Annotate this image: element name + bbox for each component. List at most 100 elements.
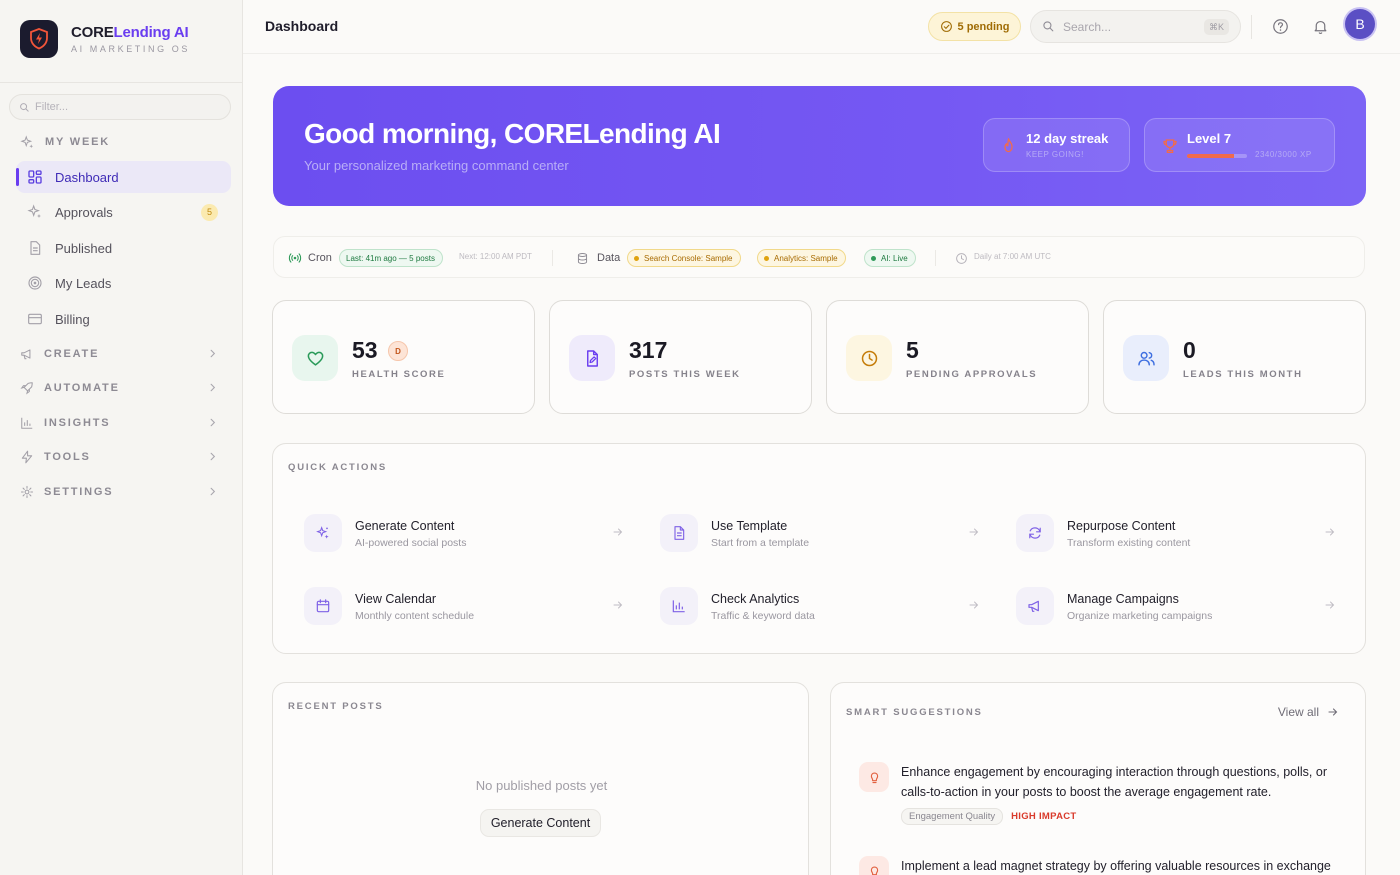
sidebar-item-dashboard[interactable]: Dashboard [16,161,231,193]
stat-card-health-score[interactable]: 53 D HEALTH SCORE [272,300,535,414]
search-icon [1043,21,1054,32]
status-divider [552,250,553,266]
analytics-text: Analytics: Sample [774,253,838,263]
section-label: SETTINGS [44,486,114,498]
heart-icon [307,351,323,366]
stat-icon-wrap [1123,335,1169,381]
action-generate-content[interactable]: Generate Content AI-powered social posts [304,514,624,554]
stat-label: POSTS THIS WEEK [629,369,741,380]
search-shortcut-hint: ⌘K [1203,19,1229,35]
chevron-right-icon [210,349,216,358]
action-icon-wrap [304,514,342,552]
stat-card-pending-approvals[interactable]: 5 PENDING APPROVALS [826,300,1089,414]
action-icon-wrap [1016,514,1054,552]
view-all-label: View all [1277,705,1319,719]
action-use-template[interactable]: Use Template Start from a template [660,514,980,554]
user-avatar[interactable]: B [1345,9,1375,39]
section-create[interactable]: CREATE [20,345,220,363]
arrow-right-icon [969,601,979,609]
sidebar-filter[interactable] [9,94,231,120]
pending-approvals-pill[interactable]: 5 pending [928,12,1021,41]
quick-actions-heading: QUICK ACTIONS [288,462,388,473]
clock-icon [861,350,877,366]
action-subtitle: Monthly content schedule [355,610,475,622]
document-icon [674,526,685,540]
action-subtitle: Transform existing content [1067,537,1191,549]
sidebar-item-billing[interactable]: Billing [16,303,231,335]
greeting-title: Good morning, CORELending AI [304,118,721,149]
sidebar-item-my-leads[interactable]: My Leads [16,267,231,299]
level-title: Level 7 [1187,131,1232,146]
notifications-button[interactable] [1310,16,1330,36]
help-button[interactable] [1270,16,1290,36]
target-icon [28,276,42,290]
megaphone-icon [21,349,31,360]
stat-value: 317 [629,337,668,363]
action-view-calendar[interactable]: View Calendar Monthly content schedule [304,587,624,627]
recent-posts-heading: RECENT POSTS [288,701,384,712]
global-search[interactable]: ⌘K [1030,10,1241,43]
view-all-link[interactable]: View all [1278,705,1339,719]
brand-name-part1: CORE [71,24,114,41]
megaphone-icon [1028,600,1039,612]
section-automate[interactable]: AUTOMATE [20,379,220,397]
xp-progress-bar [1187,154,1247,158]
filter-input[interactable] [35,101,215,113]
ai-live-text: AI: Live [881,253,908,263]
action-icon-wrap [660,514,698,552]
suggestion-meta: Engagement Quality HIGH IMPACT [901,808,1077,825]
file-edit-icon [586,349,598,367]
arrow-right-icon [1328,708,1338,716]
search-console-tag: Search Console: Sample [627,249,741,267]
document-icon [30,241,41,255]
streak-card[interactable]: 12 day streak KEEP GOING! [983,118,1130,172]
stat-card-leads-this-month[interactable]: 0 LEADS THIS MONTH [1103,300,1366,414]
suggestion-icon-wrap [859,856,889,875]
action-subtitle: Start from a template [711,537,810,549]
action-repurpose-content[interactable]: Repurpose Content Transform existing con… [1016,514,1336,554]
schedule-text: Daily at 7:00 AM UTC [974,252,1051,261]
arrow-right-icon [969,528,979,536]
action-manage-campaigns[interactable]: Manage Campaigns Organize marketing camp… [1016,587,1336,627]
level-card[interactable]: Level 7 2340/3000 XP [1144,118,1335,172]
pending-label: 5 pending [957,20,1010,33]
stat-value: 5 [906,337,919,363]
system-status-bar: Cron Last: 41m ago — 5 posts Next: 12:00… [273,236,1365,278]
sidebar-item-published[interactable]: Published [16,232,231,264]
sidebar-item-label: Approvals [55,204,113,220]
recent-posts-panel: RECENT POSTS No published posts yet Gene… [272,682,809,875]
section-insights[interactable]: INSIGHTS [20,414,220,432]
arrow-right-icon [1325,528,1335,536]
cron-next-run: Next: 12:00 AM PDT [459,252,532,261]
section-label: INSIGHTS [44,417,111,429]
xp-progress-fill [1187,154,1234,158]
lightbulb-icon [870,771,878,783]
action-icon-wrap [660,587,698,625]
arrow-right-icon [613,601,623,609]
action-check-analytics[interactable]: Check Analytics Traffic & keyword data [660,587,980,627]
cron-last-run-tag: Last: 41m ago — 5 posts [339,249,443,267]
broadcast-icon [288,253,302,263]
arrow-right-icon [613,528,623,536]
streak-title: 12 day streak [1026,131,1109,146]
section-my-week[interactable]: MY WEEK [20,133,220,151]
brand[interactable]: CORELending AI AI MARKETING OS [20,20,190,58]
sidebar-item-label: My Leads [55,275,112,291]
stat-card-posts-this-week[interactable]: 317 POSTS THIS WEEK [549,300,812,414]
section-label: TOOLS [44,451,91,463]
welcome-banner: Good morning, CORELending AI Your person… [273,86,1366,206]
approvals-count-badge: 5 [201,203,218,221]
action-title: Generate Content [355,519,455,533]
smart-suggestions-heading: SMART SUGGESTIONS [846,707,983,718]
sidebar-item-approvals[interactable]: Approvals 5 [16,196,231,228]
search-input[interactable] [1063,19,1183,34]
suggestion-impact-label: HIGH IMPACT [1011,811,1077,822]
section-settings[interactable]: SETTINGS [20,483,220,501]
status-dot [764,255,769,261]
clock-icon [956,252,967,264]
action-title: Repurpose Content [1067,519,1176,533]
section-tools[interactable]: TOOLS [20,448,220,466]
streak-subtitle: KEEP GOING! [1026,150,1084,159]
suggestion-icon-wrap [859,762,889,792]
generate-content-button[interactable]: Generate Content [480,809,601,837]
